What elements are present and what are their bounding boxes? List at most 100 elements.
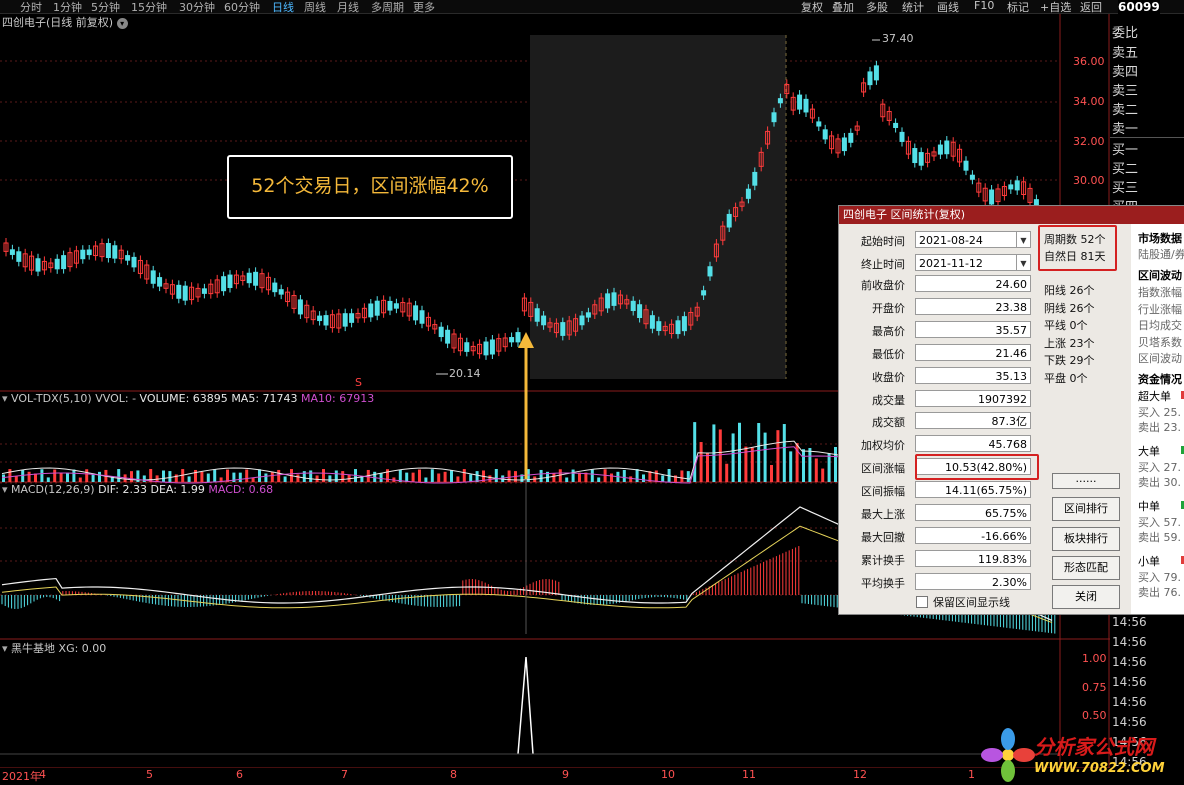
volume-bar bbox=[8, 469, 12, 482]
x-axis-label: 11 bbox=[742, 768, 756, 781]
volume-bar bbox=[725, 463, 729, 482]
xg-panel-title: ▾ 黑牛基地 XG: 0.00 bbox=[2, 640, 106, 656]
candle-body bbox=[317, 315, 323, 322]
period-tab[interactable]: 分时 bbox=[20, 0, 42, 15]
interval-stats-dialog[interactable]: 四创电子 区间统计(复权) 起始时间 2021-08-24 ▼ 终止时间 2021… bbox=[838, 205, 1184, 615]
macd-dif: DIF: 2.33 bbox=[98, 483, 147, 496]
volume-bar bbox=[642, 474, 645, 482]
volume-bar bbox=[194, 469, 197, 482]
volume-bar bbox=[750, 447, 754, 482]
chevron-down-icon[interactable]: ▾ bbox=[2, 483, 8, 496]
candle-body bbox=[534, 308, 540, 322]
dialog-title[interactable]: 四创电子 区间统计(复权) bbox=[839, 206, 1184, 224]
toolbar-button[interactable]: 复权 bbox=[801, 0, 823, 15]
sell-level: 卖四 bbox=[1112, 65, 1139, 80]
period-tab[interactable]: 1分钟 bbox=[53, 0, 82, 15]
start-date-picker[interactable]: 2021-08-24 ▼ bbox=[915, 231, 1031, 248]
stat-value: 23.38 bbox=[915, 297, 1031, 315]
volume-bar bbox=[328, 475, 332, 482]
toolbar-button[interactable]: 返回 bbox=[1080, 0, 1102, 15]
dialog-title-text: 四创电子 区间统计(复权) bbox=[843, 208, 966, 221]
volatility-item: 行业涨幅 bbox=[1138, 302, 1182, 316]
volume-bar bbox=[21, 469, 25, 482]
volatility-item: 贝塔系数 bbox=[1138, 335, 1182, 349]
chevron-down-icon[interactable]: ▾ bbox=[2, 642, 8, 655]
volume-bar bbox=[539, 469, 543, 482]
volume-bar bbox=[776, 430, 780, 482]
pattern-match-button[interactable]: 形态匹配 bbox=[1052, 556, 1120, 580]
stat-value: 35.57 bbox=[915, 320, 1031, 338]
candle-body bbox=[438, 326, 444, 338]
candle-body bbox=[841, 137, 847, 152]
volume-bar bbox=[693, 422, 697, 482]
candle-body bbox=[912, 148, 918, 164]
close-button[interactable]: 关闭 bbox=[1052, 585, 1120, 609]
fund-sell: 卖出 23. bbox=[1138, 421, 1181, 434]
watermark-logo: 分析家公式网 WWW.70822.COM bbox=[978, 725, 1184, 785]
volume-bar bbox=[270, 471, 274, 482]
more-button[interactable]: ...... bbox=[1052, 473, 1120, 489]
toolbar-button[interactable]: F10 bbox=[974, 0, 994, 12]
toolbar-button[interactable]: +自选 bbox=[1040, 0, 1071, 15]
candle-body bbox=[822, 129, 828, 140]
period-tab[interactable]: 周线 bbox=[304, 0, 326, 15]
candle-body bbox=[816, 121, 822, 127]
volume-bar bbox=[552, 473, 556, 482]
chevron-down-icon[interactable]: ▼ bbox=[1016, 232, 1030, 247]
candle-body bbox=[112, 245, 118, 259]
toolbar-button[interactable]: 多股 bbox=[866, 0, 888, 15]
candle-body bbox=[157, 277, 163, 287]
candle-body bbox=[848, 132, 854, 143]
volume-bar bbox=[424, 477, 428, 482]
stat-label: 最大上涨 bbox=[861, 508, 905, 521]
toolbar-button[interactable]: 标记 bbox=[1007, 0, 1029, 15]
volatility-item: 日均成交 bbox=[1138, 319, 1182, 332]
period-tab[interactable]: 60分钟 bbox=[224, 0, 260, 15]
candle-body bbox=[726, 213, 732, 228]
period-tab[interactable]: 更多 bbox=[413, 0, 435, 15]
volatility-item: 指数涨幅 bbox=[1138, 286, 1182, 299]
period-tab[interactable]: 15分钟 bbox=[131, 0, 167, 15]
period-tab[interactable]: 日线 bbox=[272, 0, 294, 15]
end-time-label: 终止时间 bbox=[861, 258, 905, 271]
period-tab[interactable]: 月线 bbox=[337, 0, 359, 15]
volume-bar bbox=[341, 471, 345, 482]
candle-body bbox=[35, 258, 41, 272]
candle-body bbox=[963, 160, 969, 171]
price-axis-tick: 32.00 bbox=[1073, 135, 1105, 148]
chevron-down-icon[interactable]: ▾ bbox=[116, 17, 128, 29]
interval-rank-button[interactable]: 区间排行 bbox=[1052, 497, 1120, 521]
candle-body bbox=[745, 188, 751, 199]
keep-range-checkbox[interactable] bbox=[916, 596, 928, 608]
xg-axis-tick: 0.75 bbox=[1082, 681, 1107, 694]
candle-body bbox=[752, 171, 758, 186]
volume-bar bbox=[827, 453, 831, 482]
x-axis: 2021年 4 5 6 7 8 9 10 11 12 1 bbox=[0, 768, 1110, 785]
period-tab[interactable]: 多周期 bbox=[371, 0, 404, 15]
volume-bar bbox=[699, 442, 703, 482]
sell-signal-marker: S bbox=[355, 376, 362, 389]
volume-bar bbox=[757, 423, 761, 482]
chevron-down-icon[interactable]: ▾ bbox=[2, 392, 8, 405]
candle-count: 下跌 29个 bbox=[1044, 354, 1095, 367]
chevron-down-icon[interactable]: ▼ bbox=[1016, 255, 1030, 270]
vol-name: VOL-TDX(5,10) bbox=[11, 392, 92, 405]
period-tab[interactable]: 30分钟 bbox=[179, 0, 215, 15]
period-tab[interactable]: 5分钟 bbox=[91, 0, 120, 15]
volume-bar bbox=[72, 469, 76, 482]
candle-body bbox=[483, 341, 489, 356]
candle-body bbox=[374, 300, 380, 316]
fund-buy: 买入 79. bbox=[1138, 571, 1181, 584]
toolbar-button[interactable]: 统计 bbox=[902, 0, 924, 15]
volume-bar bbox=[789, 451, 793, 482]
stat-label: 平均换手 bbox=[861, 576, 905, 590]
candle-body bbox=[605, 293, 611, 309]
volume-bar bbox=[373, 471, 377, 482]
volume-bar bbox=[168, 471, 172, 482]
toolbar-button[interactable]: 画线 bbox=[937, 0, 959, 15]
sector-rank-button[interactable]: 板块排行 bbox=[1052, 527, 1120, 551]
end-date-picker[interactable]: 2021-11-12 ▼ bbox=[915, 254, 1031, 271]
toolbar-button[interactable]: 叠加 bbox=[832, 0, 854, 15]
candle-body bbox=[701, 290, 707, 296]
volume-bar bbox=[462, 469, 466, 482]
